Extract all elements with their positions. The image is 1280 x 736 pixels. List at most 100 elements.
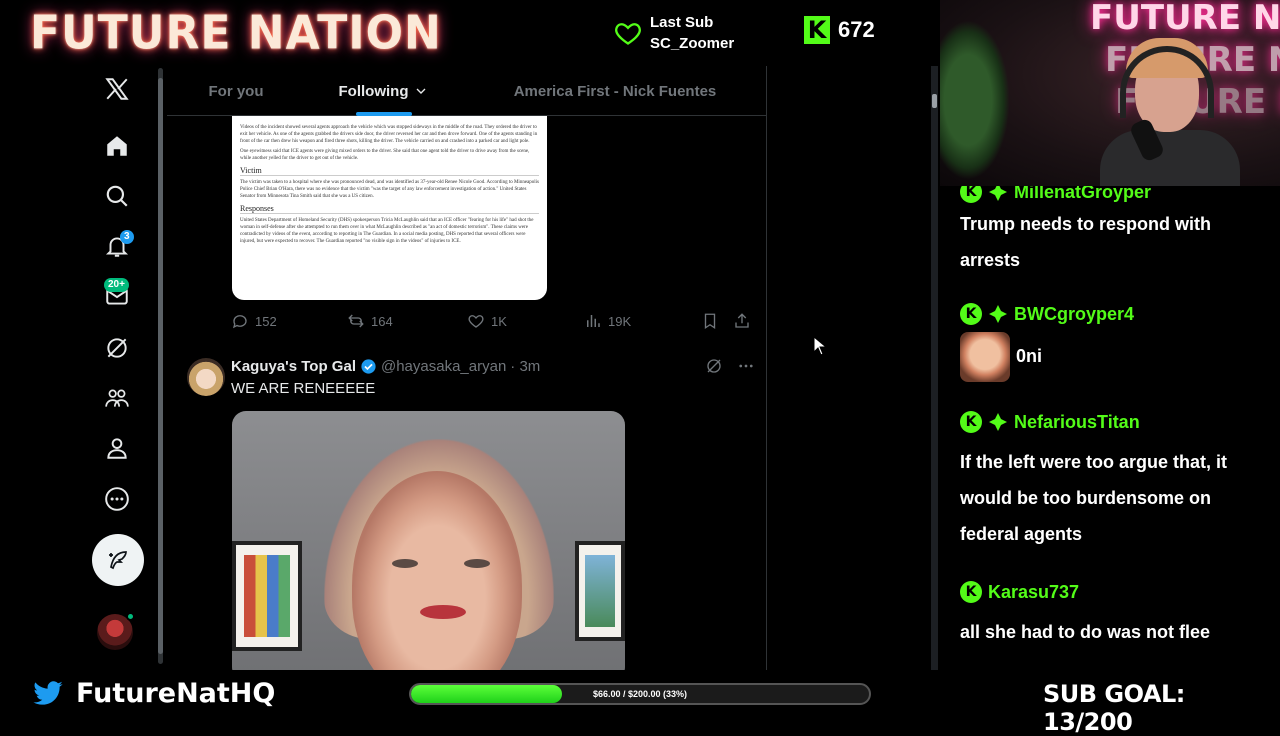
- chat-username[interactable]: MillenatGroyper: [1014, 186, 1151, 203]
- chat-user-row: K NefariousTitan: [960, 408, 1280, 436]
- brand-logo: FUTURE NATION: [30, 6, 442, 61]
- messages-badge: 20+: [104, 278, 129, 292]
- tweet-timestamp[interactable]: · 3m: [510, 358, 540, 375]
- more-icon[interactable]: [88, 479, 146, 519]
- home-icon[interactable]: [88, 126, 146, 166]
- eye-shape: [464, 559, 490, 568]
- quoted-article-image[interactable]: Videos of the incident showed several ag…: [232, 116, 547, 300]
- share-button[interactable]: [733, 312, 751, 330]
- tweet-media-image[interactable]: [232, 411, 625, 670]
- tab-list-america-first[interactable]: America First - Nick Fuentes: [463, 66, 767, 116]
- tweet-author-name[interactable]: Kaguya's Top Gal: [231, 358, 356, 375]
- reply-count: 152: [255, 313, 277, 329]
- bookmark-icon: [704, 313, 716, 330]
- sub-badge-icon: [989, 186, 1007, 201]
- timeline-tabs: For you Following America First - Nick F…: [167, 66, 767, 116]
- article-paragraph: One eyewitness said that ICE agents were…: [240, 149, 530, 161]
- chat-message-row: 0ni: [960, 332, 1260, 382]
- search-icon[interactable]: [88, 176, 146, 216]
- kick-badge-icon: K: [960, 303, 982, 325]
- chat-username[interactable]: BWCgroyper4: [1014, 304, 1134, 325]
- x-logo-icon[interactable]: [88, 69, 146, 109]
- tweet-header: Kaguya's Top Gal @hayasaka_aryan · 3m: [231, 358, 540, 375]
- x-browser-pane: 3 20+ For you Following America First - …: [0, 66, 940, 670]
- lips-shape: [420, 605, 466, 619]
- page-scrollbar[interactable]: [931, 66, 938, 670]
- chat-user-row: K MillenatGroyper: [960, 186, 1280, 206]
- article-heading: Responses: [240, 204, 539, 214]
- grok-icon[interactable]: [88, 328, 146, 368]
- chat-message: 0ni: [1016, 345, 1043, 366]
- last-sub-widget: Last Sub SC_Zoomer: [614, 12, 734, 54]
- views-button[interactable]: 19K: [584, 312, 631, 330]
- sub-badge-icon: [989, 305, 1007, 323]
- tweet-tools: [705, 357, 755, 375]
- account-avatar[interactable]: [97, 612, 135, 650]
- repost-button[interactable]: 164: [347, 312, 393, 330]
- reply-button[interactable]: 152: [231, 312, 277, 330]
- sidebar-scrollbar[interactable]: [158, 68, 163, 664]
- donation-goal-bar: $66.00 / $200.00 (33%): [409, 683, 871, 705]
- chat-emote-image: [960, 332, 1010, 382]
- communities-icon[interactable]: [88, 378, 146, 418]
- heart-icon: [615, 23, 641, 45]
- neon-sign-text: FUTURE NATION: [1090, 0, 1280, 38]
- feather-icon: [109, 551, 127, 570]
- tab-for-you[interactable]: For you: [167, 66, 305, 116]
- repost-count: 164: [371, 313, 393, 329]
- bookmark-button[interactable]: [701, 312, 719, 330]
- tweet-author-handle[interactable]: @hayasaka_aryan: [381, 358, 506, 375]
- verified-badge-icon: [361, 359, 376, 374]
- last-sub-user: SC_Zoomer: [650, 35, 735, 52]
- notifications-icon[interactable]: 3: [88, 226, 146, 266]
- plant-shape: [940, 20, 1010, 180]
- webcam-feed: FUTURE NATION FUTURE NATION FUTURE NATIO…: [940, 0, 1280, 186]
- chat-user-row: K Karasu737: [960, 578, 1280, 606]
- stream-top-bar: FUTURE NATION Last Sub SC_Zoomer K 672: [0, 0, 940, 66]
- wall-frame: [575, 541, 625, 641]
- kick-logo-icon: K: [804, 16, 830, 44]
- online-dot: [126, 612, 135, 621]
- tab-following[interactable]: Following: [305, 66, 463, 116]
- streamer-body: [1100, 130, 1240, 186]
- profile-icon[interactable]: [88, 428, 146, 468]
- compose-post-button[interactable]: [92, 534, 144, 586]
- chat-message: all she had to do was not flee: [960, 622, 1211, 642]
- like-button[interactable]: 1K: [467, 312, 507, 330]
- like-count: 1K: [491, 313, 507, 329]
- stream-bottom-bar: FutureNatHQ $66.00 / $200.00 (33%) SUB G…: [0, 670, 1280, 736]
- messages-icon[interactable]: 20+: [88, 276, 146, 316]
- article-paragraph: United States Department of Homeland Sec…: [240, 218, 534, 244]
- kick-badge-icon: K: [960, 581, 982, 603]
- sidebar-scrollbar-thumb[interactable]: [158, 78, 163, 654]
- like-icon: [468, 315, 484, 328]
- views-count: 19K: [608, 313, 632, 329]
- twitter-handle: FutureNatHQ: [76, 678, 276, 709]
- kick-count-value: 672: [838, 17, 875, 42]
- chat-username[interactable]: Karasu737: [988, 582, 1079, 603]
- mouse-cursor-icon: [813, 336, 827, 356]
- sub-badge-icon: [989, 413, 1007, 431]
- chevron-down-icon: [417, 88, 426, 94]
- kick-badge-icon: K: [960, 411, 982, 433]
- chat-username[interactable]: NefariousTitan: [1014, 412, 1140, 433]
- chat-user-row: K BWCgroyper4: [960, 300, 1280, 328]
- article-heading: Victim: [240, 166, 539, 176]
- kick-follower-count: K 672: [804, 16, 875, 44]
- twitter-handle-widget: FutureNatHQ: [32, 678, 275, 709]
- kick-badge-icon: K: [960, 186, 982, 203]
- twitter-bird-icon: [33, 680, 63, 705]
- more-options-icon[interactable]: [737, 357, 755, 375]
- wall-frame: [232, 541, 302, 651]
- views-icon: [587, 315, 600, 327]
- page-scrollbar-thumb[interactable]: [932, 94, 937, 108]
- eye-shape: [392, 559, 418, 568]
- last-sub-label: Last Sub: [650, 14, 714, 31]
- article-paragraph: The victim was taken to a hospital where…: [240, 180, 539, 199]
- reply-icon: [232, 315, 247, 329]
- timeline: For you Following America First - Nick F…: [167, 66, 767, 670]
- share-icon: [735, 313, 749, 328]
- tweet-actions: 152 164 1K 19K: [231, 312, 751, 336]
- grok-icon[interactable]: [705, 357, 723, 375]
- tweet-author-avatar[interactable]: [187, 358, 225, 396]
